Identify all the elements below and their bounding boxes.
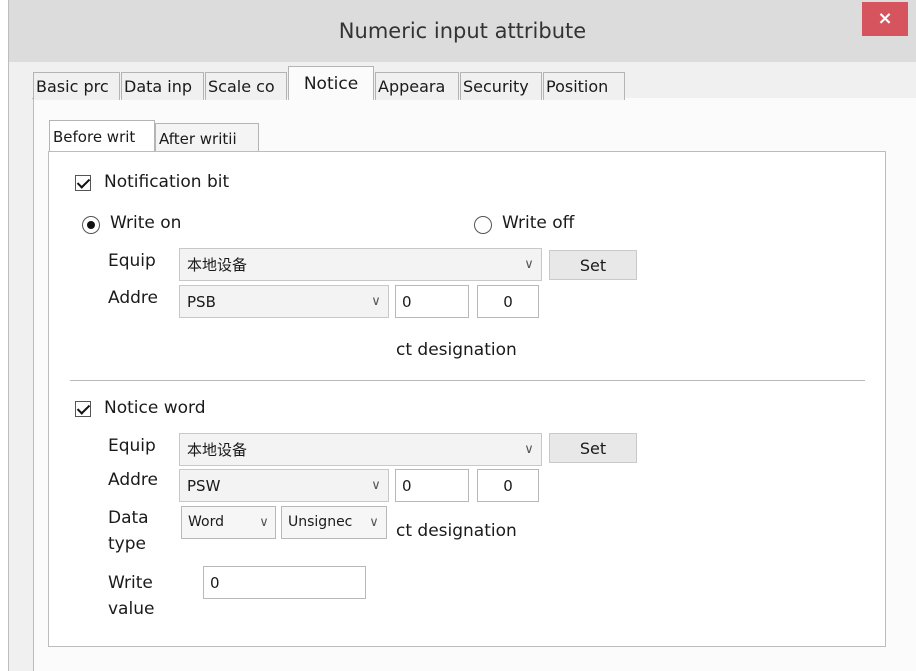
- sign-type-value: Unsignec: [288, 514, 353, 530]
- address-type-select[interactable]: PSB: [179, 285, 389, 318]
- address-type-value: PSB: [187, 293, 216, 311]
- equipment-select-value: 本地设备: [187, 256, 248, 274]
- word-equipment-set-button[interactable]: Set: [549, 433, 637, 463]
- equip-label: Equip: [108, 251, 156, 271]
- chevron-down-icon: ∨: [371, 294, 381, 309]
- word-equipment-select-value: 本地设备: [187, 441, 248, 459]
- address-label: Addre: [108, 288, 158, 308]
- write-value-label-line1: Write: [108, 573, 153, 593]
- word-equipment-select[interactable]: 本地设备: [179, 433, 542, 466]
- address-label: Addre: [108, 470, 158, 490]
- write-off-radio[interactable]: [474, 216, 492, 234]
- data-type-label-line1: Data: [108, 508, 149, 528]
- chevron-down-icon: ∨: [259, 515, 269, 530]
- tab-notice[interactable]: Notice: [288, 66, 374, 100]
- tab-appearance[interactable]: Appeara: [375, 72, 459, 100]
- equipment-select[interactable]: 本地设备: [179, 248, 542, 281]
- chevron-down-icon: ∨: [371, 478, 381, 493]
- close-button[interactable]: ×: [862, 2, 908, 36]
- chevron-down-icon: ∨: [524, 442, 534, 457]
- write-value-input[interactable]: 0: [203, 566, 366, 599]
- subtab-after-writing[interactable]: After writii: [155, 123, 259, 153]
- address-number-input[interactable]: 0: [395, 285, 469, 318]
- equip-label: Equip: [108, 436, 156, 456]
- write-off-label: Write off: [502, 213, 575, 233]
- word-address-offset-input[interactable]: 0: [477, 469, 539, 502]
- tab-data-input[interactable]: Data inp: [121, 72, 204, 100]
- tab-position[interactable]: Position: [543, 72, 625, 100]
- word-address-type-value: PSW: [187, 477, 221, 495]
- write-on-label: Write on: [110, 213, 182, 233]
- write-on-radio[interactable]: [82, 216, 100, 234]
- chevron-down-icon: ∨: [369, 515, 379, 530]
- address-offset-input[interactable]: 0: [477, 285, 539, 318]
- subtab-before-writing[interactable]: Before writ: [49, 120, 155, 153]
- notice-word-checkbox[interactable]: [75, 401, 91, 417]
- data-type-value: Word: [188, 514, 224, 530]
- tab-security[interactable]: Security: [460, 72, 542, 100]
- window-title: Numeric input attribute: [338, 19, 587, 43]
- tab-basic-properties[interactable]: Basic prc: [33, 72, 120, 100]
- notification-bit-checkbox[interactable]: [75, 175, 91, 191]
- equipment-set-button[interactable]: Set: [549, 250, 637, 280]
- notice-word-label: Notice word: [104, 398, 206, 418]
- word-designation-label: ct designation: [396, 521, 517, 541]
- chevron-down-icon: ∨: [524, 257, 534, 272]
- word-address-type-select[interactable]: PSW: [179, 469, 389, 502]
- word-address-number-input[interactable]: 0: [395, 469, 469, 502]
- write-value-label-line2: value: [108, 599, 155, 619]
- designation-label: ct designation: [396, 340, 517, 360]
- data-type-label-line2: type: [108, 534, 146, 554]
- tab-scale-conversion[interactable]: Scale co: [205, 72, 287, 100]
- notification-bit-label: Notification bit: [104, 172, 230, 192]
- section-divider: [70, 380, 865, 381]
